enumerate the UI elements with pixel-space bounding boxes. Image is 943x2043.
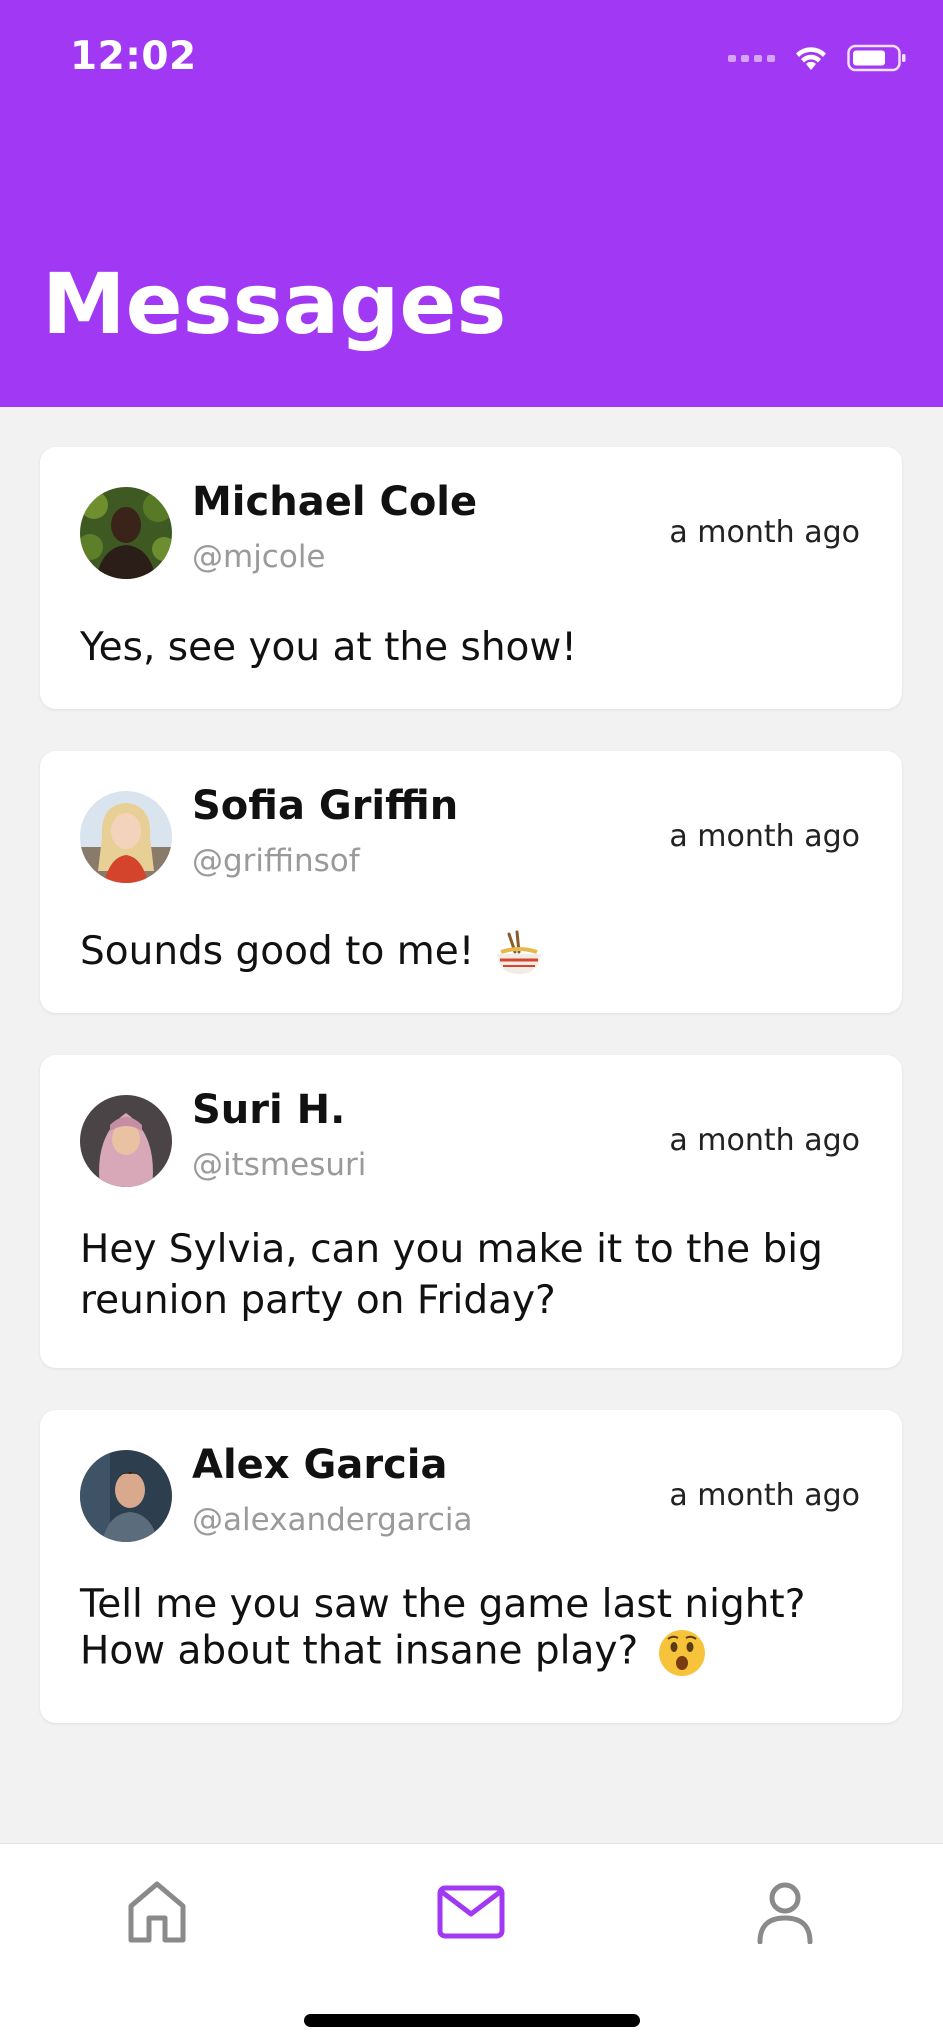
message-text: Hey Sylvia, can you make it to the big r… [80, 1227, 823, 1323]
sender-handle: @griffinsof [192, 843, 360, 879]
sender-name: Alex Garcia [192, 1442, 448, 1488]
app-header: 12:02 Messages [0, 0, 943, 407]
sender-name: Sofia Griffin [192, 783, 459, 829]
message-preview: Sounds good to me! [80, 927, 862, 978]
battery-icon [847, 44, 906, 72]
avatar [80, 791, 172, 883]
mail-icon [437, 1885, 505, 1939]
page-title: Messages [42, 255, 507, 353]
bottom-tab-bar [0, 1843, 943, 2043]
message-preview: Tell me you saw the game last night? How… [80, 1582, 862, 1678]
sender-name: Michael Cole [192, 479, 478, 525]
message-time: a month ago [669, 1478, 860, 1513]
tab-profile[interactable] [735, 1872, 835, 1952]
message-time: a month ago [669, 1123, 860, 1158]
noodle-bowl-icon [496, 930, 541, 974]
message-card[interactable]: Sofia Griffin @griffinsof a month ago So… [40, 751, 902, 1013]
profile-icon [757, 1882, 813, 1944]
sender-handle: @alexandergarcia [192, 1502, 473, 1538]
message-card[interactable]: Michael Cole @mjcole a month ago Yes, se… [40, 447, 902, 709]
message-time: a month ago [669, 515, 860, 550]
message-preview: Hey Sylvia, can you make it to the big r… [80, 1225, 862, 1326]
signal-icon [728, 54, 775, 62]
avatar [80, 1450, 172, 1542]
astonished-face-icon [658, 1630, 705, 1677]
sender-handle: @mjcole [192, 539, 326, 575]
message-preview: Yes, see you at the show! [80, 623, 862, 674]
tab-home[interactable] [107, 1872, 207, 1952]
message-card[interactable]: Suri H. @itsmesuri a month ago Hey Sylvi… [40, 1055, 902, 1368]
status-time: 12:02 [70, 34, 197, 79]
home-icon [128, 1881, 186, 1943]
status-indicators [728, 42, 907, 74]
wifi-icon [796, 47, 826, 70]
message-time: a month ago [669, 819, 860, 854]
sender-handle: @itsmesuri [192, 1147, 367, 1183]
message-text: Sounds good to me! [80, 929, 475, 974]
message-text: Yes, see you at the show! [80, 625, 577, 670]
message-card[interactable]: Alex Garcia @alexandergarcia a month ago… [40, 1410, 902, 1723]
tab-messages[interactable] [421, 1872, 521, 1952]
avatar [80, 487, 172, 579]
sender-name: Suri H. [192, 1087, 346, 1133]
avatar [80, 1095, 172, 1187]
home-indicator [304, 2014, 640, 2027]
